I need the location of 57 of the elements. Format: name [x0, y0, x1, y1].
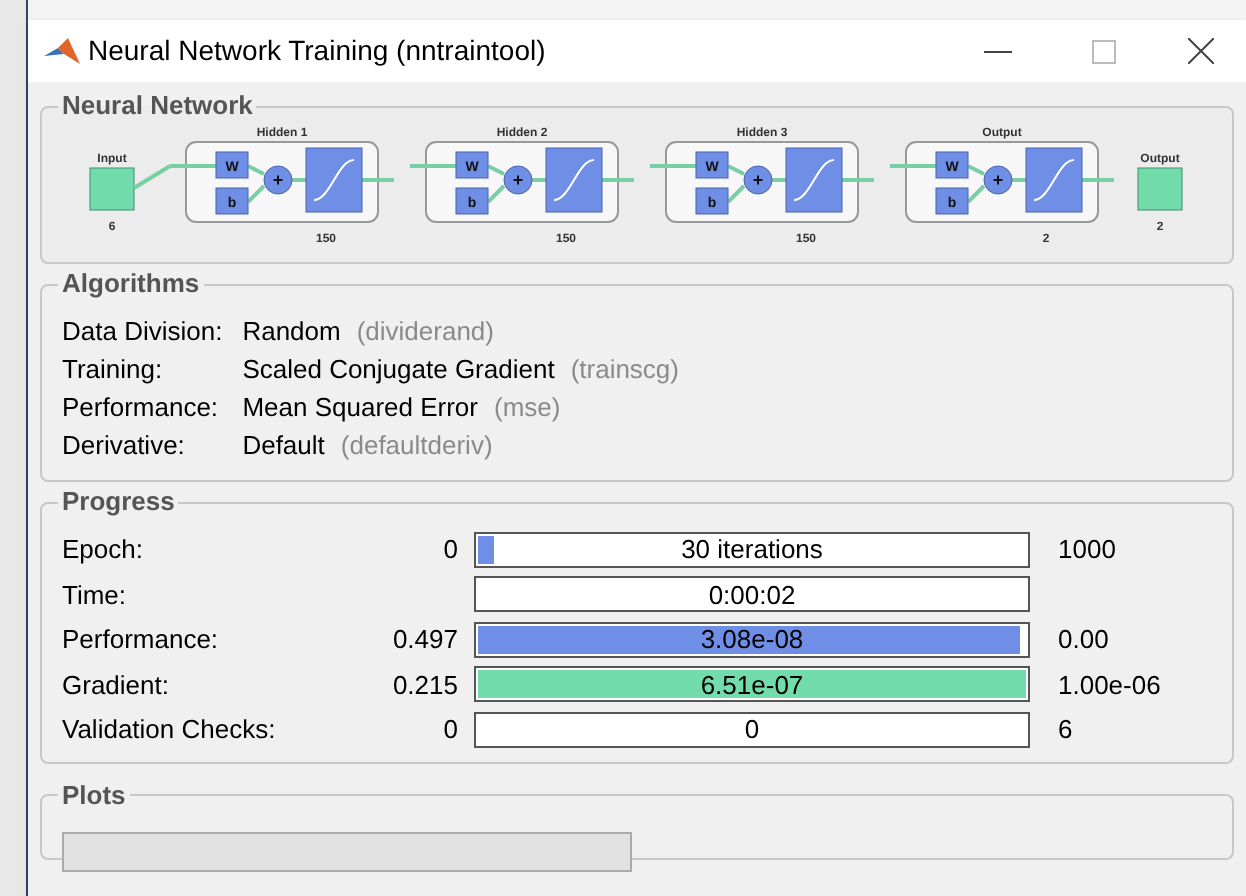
weight-box	[694, 151, 728, 179]
progress-label: Time:	[62, 577, 129, 613]
progress-label: Performance:	[62, 622, 221, 658]
sum-node	[742, 165, 772, 195]
end-value: 1.00e-06	[1056, 667, 1163, 703]
sum-label: +	[751, 170, 763, 190]
algorithm-value: Random	[242, 314, 341, 350]
end-value: 1000	[1056, 532, 1118, 568]
group-title: Algorithms	[60, 268, 202, 300]
transfer-function-icon	[784, 147, 842, 213]
group-title: Neural Network	[60, 90, 255, 122]
input-node	[88, 167, 134, 211]
group-title: Plots	[60, 779, 128, 811]
sum-label: +	[511, 170, 523, 190]
progress-text: 30 iterations	[681, 532, 823, 568]
algorithm-value: Default	[242, 428, 325, 464]
algorithm-label: Data Division:	[62, 314, 223, 350]
algorithm-function: (mse)	[493, 390, 561, 426]
weight-box	[214, 151, 248, 179]
app-logo-icon	[44, 37, 80, 65]
start-value: 0.497	[390, 622, 458, 658]
progress-label: Epoch:	[62, 532, 145, 568]
window-title: Neural Network Training (nntraintool)	[88, 32, 546, 70]
start-value: 0.215	[390, 667, 458, 703]
algorithm-value: Mean Squared Error	[242, 390, 478, 426]
algorithm-function: (trainscg)	[570, 352, 679, 388]
start-value: 0	[441, 532, 458, 568]
start-value: 0	[441, 712, 458, 748]
end-value: 6	[1056, 712, 1075, 748]
progress-label: Validation Checks:	[62, 712, 278, 748]
sum-label: +	[271, 170, 283, 190]
sum-node	[262, 165, 292, 195]
sum-node	[502, 165, 532, 195]
sum-label: +	[991, 170, 1003, 190]
algorithm-value: Scaled Conjugate Gradient	[242, 352, 555, 388]
weight-box	[454, 151, 488, 179]
end-value: 0.00	[1056, 622, 1111, 658]
algorithm-label: Derivative:	[62, 428, 187, 464]
algorithm-function: (defaultderiv)	[340, 428, 493, 464]
bias-box	[454, 187, 488, 215]
output-node	[1136, 167, 1182, 211]
bias-box	[694, 187, 728, 215]
transfer-function-icon	[1024, 147, 1082, 213]
weight-box	[934, 151, 968, 179]
transfer-function-icon	[544, 147, 602, 213]
progress-text: 3.08e-08	[700, 622, 804, 658]
algorithm-label: Training:	[62, 352, 165, 388]
bias-box	[214, 187, 248, 215]
bias-box	[934, 187, 968, 215]
progress-label: Gradient:	[62, 667, 171, 703]
algorithm-function: (dividerand)	[356, 314, 494, 350]
sum-node	[982, 165, 1012, 195]
algorithm-label: Performance:	[62, 390, 221, 426]
transfer-function-icon	[304, 147, 362, 213]
close-icon[interactable]	[1188, 38, 1214, 64]
group-title: Progress	[60, 486, 177, 518]
progress-text: 6.51e-07	[700, 667, 804, 703]
